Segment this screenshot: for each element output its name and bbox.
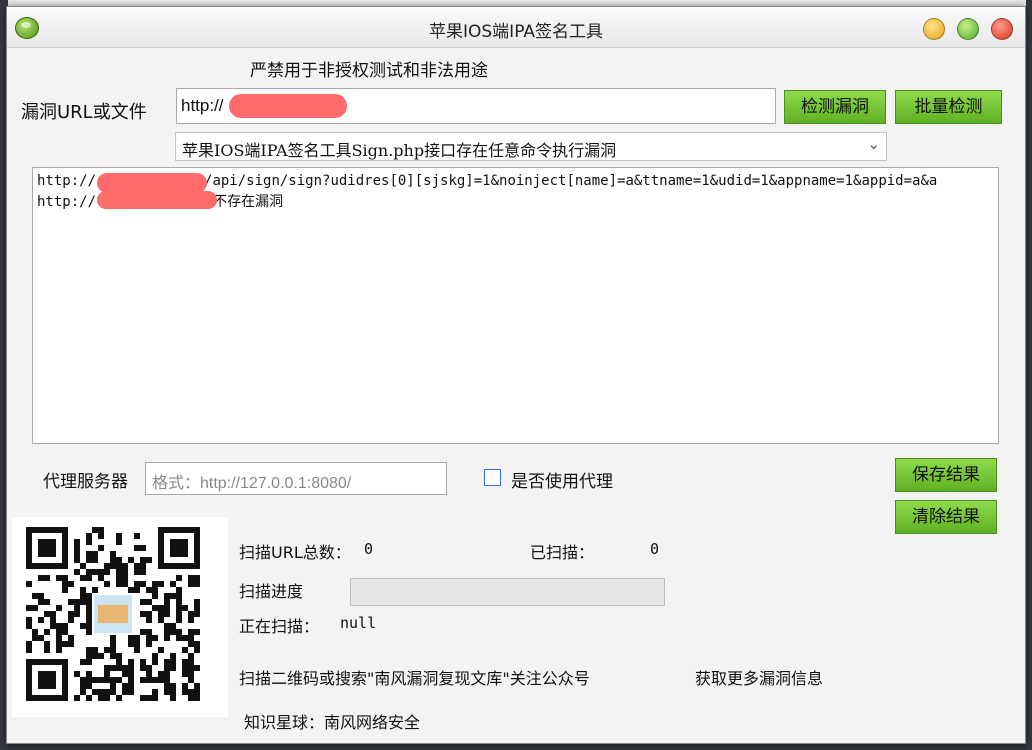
title-bar[interactable]: 苹果IOS端IPA签名工具 [7, 7, 1025, 48]
result-output[interactable]: http:///api/sign/sign?udidres[0][sjskg]=… [32, 167, 999, 444]
url-input[interactable]: http:// [176, 88, 776, 124]
current-scan-value: null [340, 614, 377, 632]
scan-progress-bar [350, 578, 665, 606]
proxy-label: 代理服务器 [43, 472, 128, 492]
total-urls-value: 0 [364, 540, 374, 558]
url-input-value: http:// [181, 96, 224, 115]
vulnerability-select[interactable]: 苹果IOS端IPA签名工具Sign.php接口存在任意命令执行漏洞 ⌄ [175, 132, 887, 161]
qr-caption: 扫描二维码或搜索"南风漏洞复现文库"关注公众号 [239, 669, 590, 688]
redaction-mark [97, 173, 207, 193]
current-scan-label: 正在扫描： [239, 617, 320, 636]
vulnerability-select-value: 苹果IOS端IPA签名工具Sign.php接口存在任意命令执行漏洞 [182, 141, 617, 160]
scanned-label: 已扫描： [530, 543, 595, 562]
window-title: 苹果IOS端IPA签名工具 [429, 22, 603, 42]
url-field-label: 漏洞URL或文件 [21, 102, 147, 123]
qr-code-image [12, 517, 228, 717]
use-proxy-label: 是否使用代理 [511, 472, 613, 492]
progress-label: 扫描进度 [239, 582, 304, 601]
redaction-mark [97, 191, 217, 209]
output-line: http:/// 不存在漏洞 [37, 191, 994, 210]
redaction-mark [229, 94, 347, 118]
app-window: 苹果IOS端IPA签名工具 严禁用于非授权测试和非法用途 漏洞URL或文件 ht… [6, 6, 1026, 744]
detect-button[interactable]: 检测漏洞 [784, 90, 886, 124]
save-results-button[interactable]: 保存结果 [895, 458, 997, 492]
maximize-button[interactable] [957, 18, 979, 40]
knowledge-planet-text: 知识星球：南风网络安全 [244, 713, 421, 732]
more-info-text: 获取更多漏洞信息 [695, 669, 824, 688]
close-button[interactable] [991, 18, 1013, 40]
minimize-button[interactable] [923, 18, 945, 40]
proxy-input[interactable]: 格式：http://127.0.0.1:8080/ [145, 462, 447, 495]
clear-results-button[interactable]: 清除结果 [895, 500, 997, 534]
chevron-down-icon: ⌄ [867, 135, 880, 153]
batch-detect-button[interactable]: 批量检测 [895, 90, 1002, 124]
warning-notice: 严禁用于非授权测试和非法用途 [250, 61, 488, 81]
scanned-value: 0 [650, 540, 660, 558]
total-urls-label: 扫描URL总数： [239, 543, 351, 562]
desktop-background-right [1026, 0, 1032, 750]
use-proxy-checkbox[interactable] [484, 469, 501, 486]
output-line: http:///api/sign/sign?udidres[0][sjskg]=… [37, 173, 994, 193]
